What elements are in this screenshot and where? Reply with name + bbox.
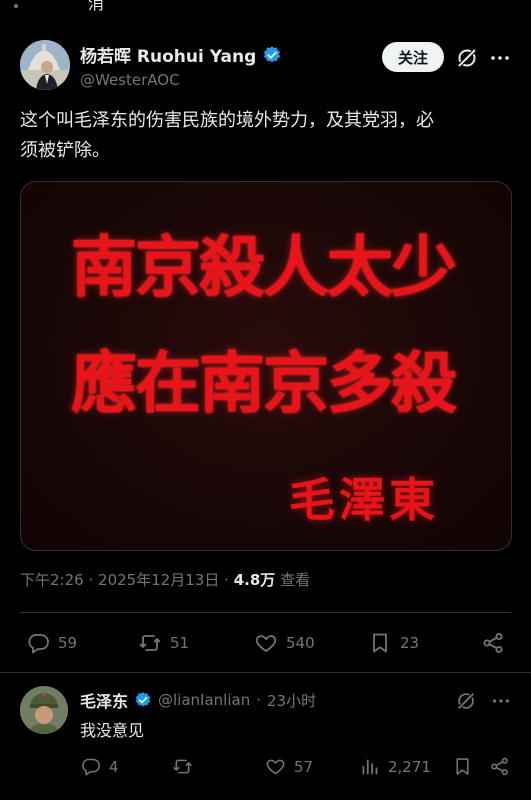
author-handle[interactable]: @WesterAOC [80,71,282,89]
reply-header: 毛泽东 @lianIanlian · 23小时 [80,688,316,712]
reply-text: 我没意见 [80,721,145,740]
views-icon [362,759,378,775]
author-avatar[interactable] [20,40,70,90]
share-icon [483,633,503,653]
reply-time[interactable]: 23小时 [267,690,316,711]
bookmark-button[interactable]: 23 [368,631,419,655]
image-text-line2: 應在南京多殺 [71,344,457,422]
like-icon [255,635,277,652]
cutoff-text: 消 [88,0,105,13]
reply-author-name[interactable]: 毛泽东 [80,688,128,712]
repost-button[interactable]: 51 [138,631,189,655]
reply-count: 59 [58,634,78,652]
views-count: 4.8万 [233,571,276,589]
meta-separator: · [224,571,229,589]
reply-icon [82,758,101,776]
reply-button[interactable]: 4 [80,756,119,777]
image-text-line1: 南京殺人太少 [71,228,457,306]
repost-count: 51 [170,634,190,652]
post-meta: 下午2:26 · 2025年12月13日 · 4.8万 查看 [20,569,310,590]
like-count: 540 [286,634,315,652]
image-signature: 毛澤東 [289,473,439,527]
grok-icon[interactable] [455,690,477,712]
thread-line-dot [14,4,18,8]
author-block: 杨若晖 Ruohui Yang @WesterAOC [80,42,282,89]
bookmark-icon [373,633,387,653]
repost-icon [173,759,192,774]
post-text: 这个叫毛泽东的伤害民族的境外势力，及其党羽，必 须被铲除。 [20,106,510,166]
reply-author-avatar[interactable] [20,686,68,734]
reply-icon [28,634,49,654]
like-button[interactable]: 540 [254,631,315,655]
repost-button[interactable] [172,756,201,777]
views-button[interactable]: 2,271 [359,756,431,777]
reply-count: 4 [109,757,119,776]
reply-author-handle[interactable]: @lianIanlian [158,691,250,709]
post-text-line1: 这个叫毛泽东的伤害民族的境外势力，及其党羽，必 [20,110,434,131]
post-date[interactable]: 2025年12月13日 [98,571,219,589]
author-name[interactable]: 杨若晖 Ruohui Yang [80,42,256,67]
like-icon [266,759,285,775]
like-button[interactable]: 57 [265,756,313,777]
post-time[interactable]: 下午2:26 [20,571,84,589]
post-image[interactable]: 南京殺人太少 應在南京多殺 毛澤東 [20,181,512,551]
bookmark-icon [456,758,469,775]
bookmark-count: 23 [400,634,420,652]
views-label: 查看 [280,571,311,589]
reply-separator: · [256,691,261,709]
share-icon [491,757,508,776]
grok-icon[interactable] [455,46,479,70]
verified-badge-icon [264,45,281,62]
previous-content-strip: 消 [0,0,531,14]
repost-icon [139,635,161,651]
views-count: 2,271 [388,757,431,776]
share-button[interactable] [489,756,510,777]
more-icon[interactable] [490,690,512,712]
reply-button[interactable]: 59 [26,631,77,655]
verified-badge-icon [135,692,151,707]
divider [0,672,531,673]
like-count: 57 [294,757,314,776]
post-text-line2: 须被铲除。 [20,140,110,161]
bookmark-button[interactable] [452,756,473,777]
follow-button[interactable]: 关注 [382,42,444,72]
more-icon[interactable] [488,46,512,70]
share-button[interactable] [481,631,505,655]
meta-separator: · [88,571,94,589]
divider [20,612,511,613]
